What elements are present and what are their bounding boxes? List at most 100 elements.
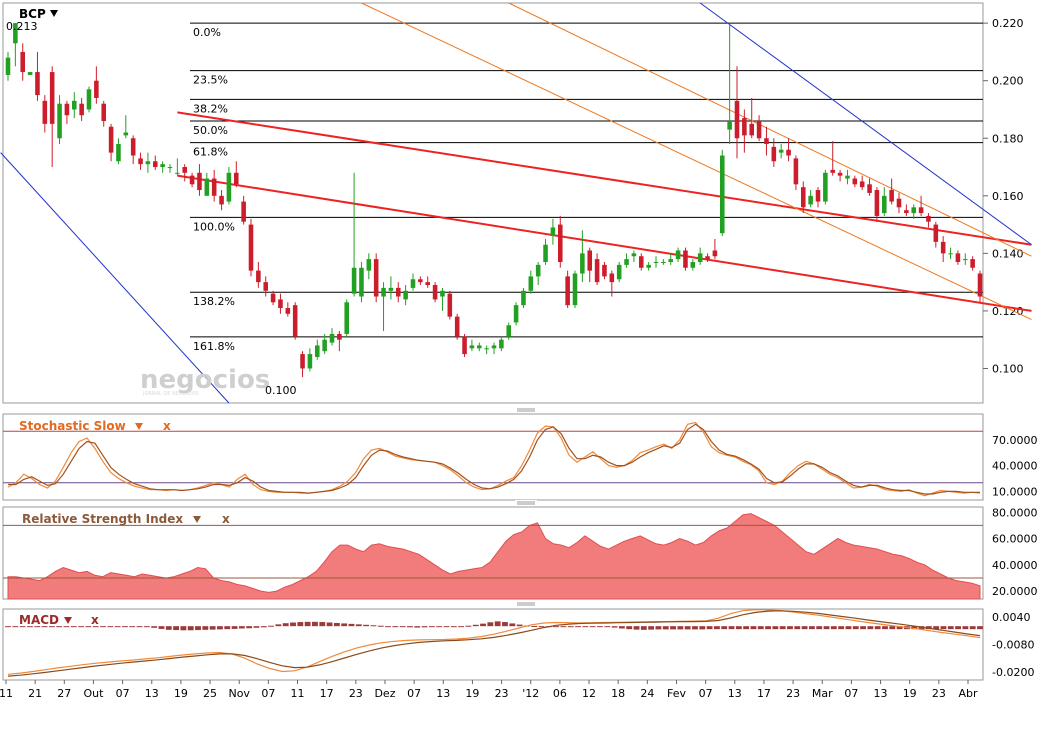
macd-histogram-bar [882,626,888,630]
price-tick-label: 0.100 [992,362,1024,375]
candle-body [823,172,828,202]
candle-body [837,172,843,176]
macd-histogram-bar [867,626,874,630]
candle-body [727,120,732,130]
rsi-resize-handle[interactable] [515,500,537,506]
macd-histogram-bar [363,624,370,627]
fib-level-label: 61.8% [193,146,228,159]
candle-body [845,175,850,179]
candle-body [175,172,180,174]
macd-histogram-bar [721,626,728,630]
macd-histogram-bar [436,626,443,628]
candle-body [418,279,423,283]
candle-body [962,259,968,261]
candle-body [71,100,77,110]
candle-body [307,354,313,369]
macd-histogram-bar [114,626,121,628]
macd-histogram-bar [260,626,267,628]
candle-body [521,290,526,306]
macd-histogram-bar [750,626,757,630]
macd-histogram-bar [662,626,669,630]
macd-histogram-bar [165,626,172,630]
macd-histogram-bar [151,626,158,628]
candle-body [528,276,534,291]
candle-body [705,256,710,260]
macd-histogram-bar [472,624,479,627]
candle-body [462,336,467,355]
candle-body [197,172,202,191]
candle-body [491,345,497,349]
candle-body [160,164,165,168]
candle-body [948,253,953,255]
macd-histogram-bar [794,626,801,630]
resize-grip-bg[interactable] [515,407,537,413]
x-tick-label: 11 [291,687,305,700]
macd-resize-handle[interactable] [515,601,537,607]
candle-body [808,195,813,205]
x-tick-label: 07 [844,687,858,700]
macd-histogram-bar [955,626,961,630]
x-tick-label: 23 [786,687,800,700]
x-tick-label: 27 [57,687,71,700]
x-tick-label: 23 [349,687,363,700]
candle-body [64,103,70,116]
candle-body [403,290,408,300]
candle-body [926,215,931,222]
macd-histogram-bar [304,621,311,627]
watermark-subtitle: JORNAL DE NEGÓCIOS [142,390,199,397]
rsi-title[interactable]: Relative Strength Index [22,512,183,526]
candle-body [653,261,659,263]
candle-body [454,316,460,337]
candle-body [440,290,445,297]
candle-body [469,345,475,349]
candle-body [778,149,784,153]
stochastic-close-icon[interactable]: x [163,419,171,433]
candle-body [690,261,696,268]
macd-histogram-bar [655,626,662,630]
macd-histogram-bar [692,626,698,630]
macd-histogram-bar [5,626,11,628]
low-price-annotation: 0.100 [265,384,297,397]
stochastic-resize-handle[interactable] [515,407,537,413]
candle-body [764,138,769,145]
fib-level-label: 50.0% [193,124,228,137]
ticker-label[interactable]: BCP [19,7,46,21]
candle-body [587,250,593,271]
macd-histogram-bar [670,626,676,630]
macd-histogram-bar [195,626,201,631]
candle-body [204,178,210,196]
candle-body [572,273,578,306]
candle-body [933,224,939,242]
x-tick-label: 21 [28,687,42,700]
candle-body [594,259,600,283]
chart-svg: 0.0% 23.5% 38.2% 50.0% 61.8% 100.0% 138.2% 161.… [0,2,1038,700]
candle-body [447,293,453,317]
rsi-close-icon[interactable]: x [222,512,230,526]
candle-body [35,72,40,96]
macd-title[interactable]: MACD [19,613,59,627]
x-tick-label: Mar [812,687,833,700]
rsi-tick-label: 20.0000 [992,585,1038,598]
x-tick-label: Nov [228,687,250,700]
fib-level-label: 38.2% [193,102,228,115]
stochastic-tick-label: 10.0000 [992,485,1038,498]
x-tick-label: 17 [320,687,334,700]
macd-histogram-bar [977,626,983,630]
candle-body [638,256,644,268]
macd-histogram-bar [538,626,545,628]
resize-grip-bg[interactable] [515,601,537,607]
x-tick-label: 07 [116,687,130,700]
candle-body [580,253,585,274]
candle-body [756,120,762,139]
resize-grip-bg[interactable] [515,500,537,506]
candle-body [800,187,806,208]
candle-body [94,80,99,98]
stochastic-title[interactable]: Stochastic Slow [19,419,126,433]
macd-histogram-bar [618,626,625,629]
macd-close-icon[interactable]: x [91,613,99,627]
candle-body [602,264,607,277]
x-tick-label: 23 [932,687,946,700]
candle-body [42,100,48,124]
candle-body [911,207,917,214]
macd-histogram-bar [100,626,106,628]
